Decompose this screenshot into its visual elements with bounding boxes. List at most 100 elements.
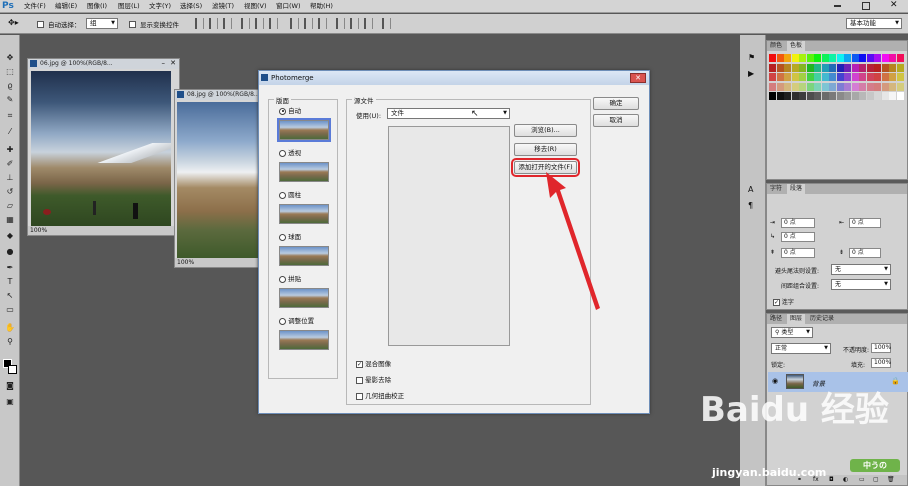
color-swatch[interactable]	[799, 92, 806, 100]
hyphenate-checkbox[interactable]: ✓ 连字	[773, 297, 794, 306]
color-swatch[interactable]	[821, 92, 829, 100]
spacing-dropdown[interactable]: 无 ▼	[831, 279, 891, 290]
color-swatch[interactable]	[836, 82, 844, 91]
color-swatch[interactable]	[769, 54, 776, 62]
color-swatch[interactable]	[814, 63, 821, 72]
color-swatch[interactable]	[814, 82, 821, 91]
swatch-grid[interactable]	[769, 54, 905, 102]
color-swatch[interactable]	[776, 54, 784, 62]
color-swatch[interactable]	[829, 92, 836, 100]
color-swatch[interactable]	[791, 92, 799, 100]
color-swatch[interactable]	[866, 92, 874, 100]
actions-panel-icon[interactable]: ▶	[748, 69, 754, 78]
history-panel-icon[interactable]: ⚑	[748, 53, 755, 62]
color-swatch[interactable]	[806, 73, 814, 81]
paragraph-panel-icon[interactable]: ¶	[748, 201, 753, 210]
tab-history[interactable]: 历史记录	[807, 314, 837, 324]
character-panel-icon[interactable]: A	[748, 185, 753, 194]
color-swatch[interactable]	[844, 73, 851, 81]
layer-kind-filter[interactable]: ⚲ 类型 ▼	[771, 327, 813, 338]
color-swatch[interactable]	[896, 63, 904, 72]
tab-character[interactable]: 字符	[767, 184, 785, 194]
first-line-indent-field[interactable]: 0 点	[781, 232, 815, 242]
color-swatch[interactable]	[821, 54, 829, 62]
color-swatch[interactable]	[851, 54, 859, 62]
color-swatch[interactable]	[874, 54, 881, 62]
color-swatch[interactable]	[799, 73, 806, 81]
color-swatch[interactable]	[814, 92, 821, 100]
fill-field[interactable]: 100%	[871, 358, 891, 368]
color-swatch[interactable]	[859, 63, 866, 72]
color-swatch[interactable]	[896, 73, 904, 81]
color-swatch[interactable]	[769, 73, 776, 81]
new-layer-icon[interactable]: ▢	[873, 476, 879, 483]
color-swatch[interactable]	[806, 92, 814, 100]
color-swatch[interactable]	[784, 73, 791, 81]
color-swatch[interactable]	[889, 82, 896, 91]
color-swatch[interactable]	[784, 63, 791, 72]
color-swatch[interactable]	[784, 92, 791, 100]
color-swatch[interactable]	[836, 73, 844, 81]
opacity-field[interactable]: 100%	[871, 343, 891, 353]
color-swatch[interactable]	[851, 82, 859, 91]
color-swatch[interactable]	[889, 63, 896, 72]
color-swatch[interactable]	[806, 63, 814, 72]
color-swatch[interactable]	[881, 82, 889, 91]
color-swatch[interactable]	[859, 73, 866, 81]
color-swatch[interactable]	[859, 82, 866, 91]
color-swatch[interactable]	[769, 82, 776, 91]
color-swatch[interactable]	[896, 92, 904, 100]
mask-icon[interactable]: ◘	[829, 476, 834, 483]
color-swatch[interactable]	[866, 54, 874, 62]
color-swatch[interactable]	[776, 73, 784, 81]
trash-icon[interactable]: 🗑	[887, 476, 895, 483]
tab-paths[interactable]: 路径	[767, 314, 785, 324]
color-swatch[interactable]	[806, 82, 814, 91]
color-swatch[interactable]	[806, 54, 814, 62]
color-swatch[interactable]	[791, 54, 799, 62]
folder-icon[interactable]: ▭	[859, 476, 865, 483]
hyphen-dropdown[interactable]: 无 ▼	[831, 264, 891, 275]
color-swatch[interactable]	[881, 73, 889, 81]
color-swatch[interactable]	[896, 54, 904, 62]
color-swatch[interactable]	[889, 73, 896, 81]
color-swatch[interactable]	[851, 73, 859, 81]
color-swatch[interactable]	[851, 63, 859, 72]
color-swatch[interactable]	[866, 82, 874, 91]
color-swatch[interactable]	[769, 63, 776, 72]
color-swatch[interactable]	[866, 73, 874, 81]
color-swatch[interactable]	[866, 63, 874, 72]
color-swatch[interactable]	[799, 54, 806, 62]
color-swatch[interactable]	[836, 92, 844, 100]
color-swatch[interactable]	[814, 54, 821, 62]
color-swatch[interactable]	[829, 63, 836, 72]
color-swatch[interactable]	[874, 82, 881, 91]
color-swatch[interactable]	[844, 82, 851, 91]
color-swatch[interactable]	[829, 82, 836, 91]
color-swatch[interactable]	[776, 92, 784, 100]
color-swatch[interactable]	[896, 82, 904, 91]
color-swatch[interactable]	[821, 73, 829, 81]
color-swatch[interactable]	[881, 63, 889, 72]
tab-swatches[interactable]: 色板	[787, 41, 806, 51]
space-after-field[interactable]: 0 点	[849, 248, 881, 258]
color-swatch[interactable]	[784, 82, 791, 91]
color-swatch[interactable]	[769, 92, 776, 100]
color-swatch[interactable]	[829, 73, 836, 81]
color-swatch[interactable]	[791, 73, 799, 81]
color-swatch[interactable]	[874, 92, 881, 100]
color-swatch[interactable]	[791, 82, 799, 91]
color-swatch[interactable]	[859, 54, 866, 62]
color-swatch[interactable]	[889, 92, 896, 100]
indent-left-field[interactable]: 0 点	[781, 218, 815, 228]
color-swatch[interactable]	[859, 92, 866, 100]
color-swatch[interactable]	[821, 63, 829, 72]
color-swatch[interactable]	[881, 92, 889, 100]
color-swatch[interactable]	[881, 54, 889, 62]
color-swatch[interactable]	[829, 54, 836, 62]
color-swatch[interactable]	[776, 63, 784, 72]
color-swatch[interactable]	[814, 73, 821, 81]
color-swatch[interactable]	[851, 92, 859, 100]
color-swatch[interactable]	[844, 92, 851, 100]
color-swatch[interactable]	[836, 54, 844, 62]
